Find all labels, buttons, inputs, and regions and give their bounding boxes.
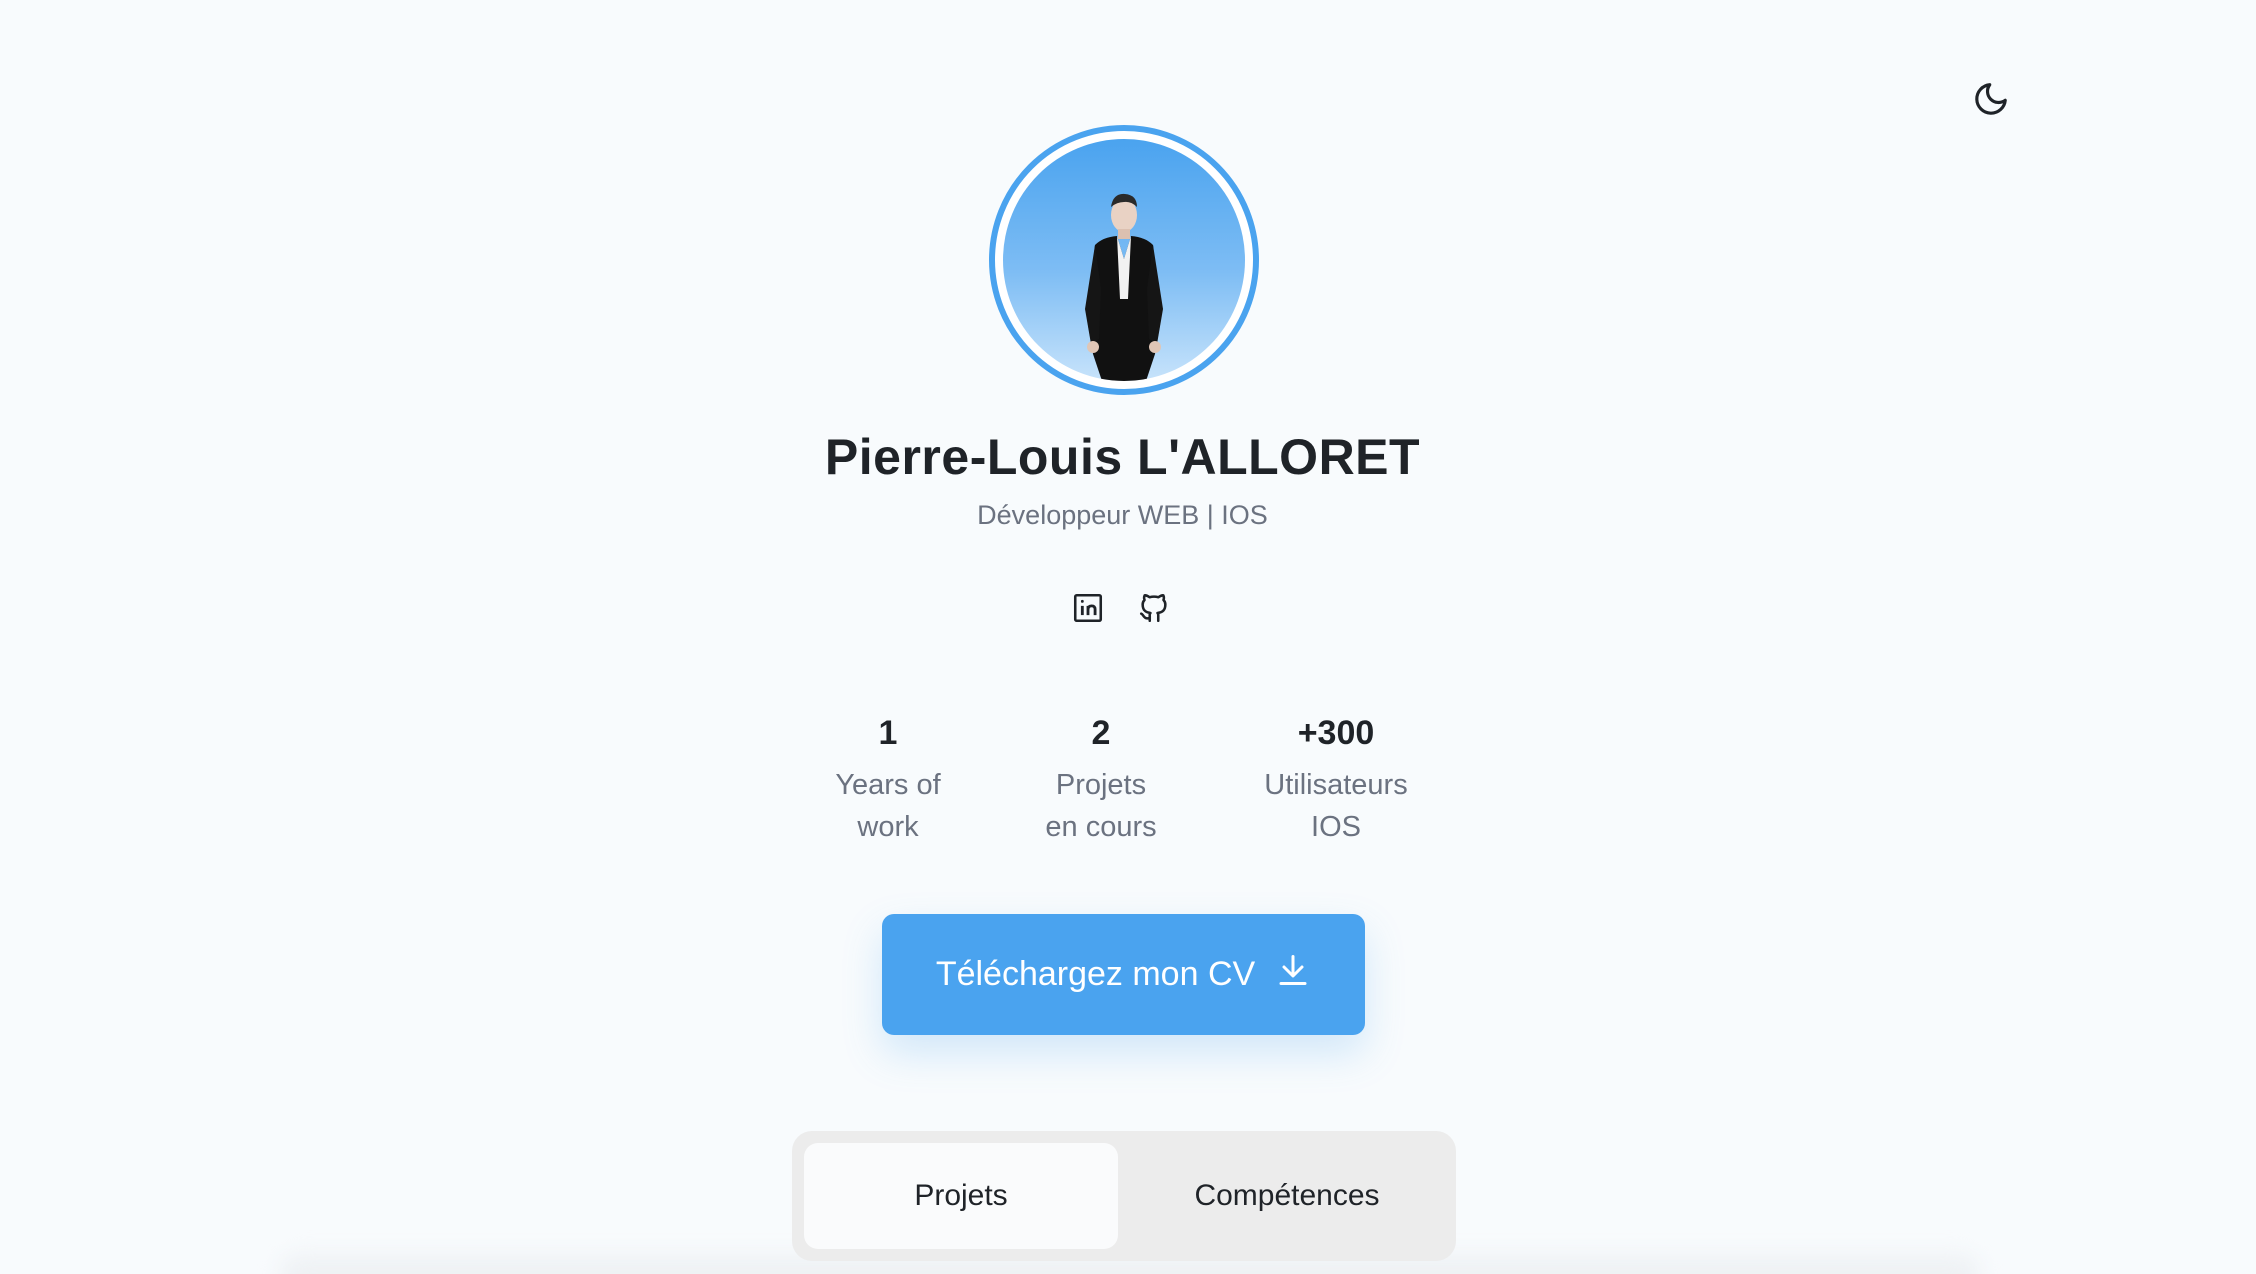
linkedin-icon[interactable]: [1070, 590, 1106, 626]
download-icon: [1275, 952, 1311, 997]
stat-label-line1: Utilisateurs: [1264, 769, 1408, 801]
stat-label-line1: Years of: [835, 769, 941, 801]
avatar-photo: [1003, 139, 1245, 381]
profile-name: Pierre-Louis L'ALLORET: [824, 429, 1421, 485]
stat-label: Utilisateurs IOS: [1226, 764, 1446, 848]
tab-competences[interactable]: Compétences: [1130, 1143, 1444, 1249]
moon-icon[interactable]: [1966, 74, 2016, 124]
stat-value: 1: [878, 714, 898, 752]
profile-subtitle: Développeur WEB | IOS: [977, 500, 1268, 530]
stat-label-line2: en cours: [1045, 811, 1157, 843]
stat-label-line2: work: [857, 811, 919, 843]
avatar: [989, 125, 1259, 395]
stat-projects: 2 Projets en cours: [991, 710, 1211, 848]
stat-label: Years of work: [778, 764, 998, 848]
stat-label-line2: IOS: [1311, 811, 1361, 843]
stat-label: Projets en cours: [991, 764, 1211, 848]
section-tabs: Projets Compétences: [792, 1131, 1456, 1261]
stat-value: +300: [1297, 714, 1375, 752]
portfolio-page: Pierre-Louis L'ALLORET Développeur WEB |…: [0, 0, 2256, 1274]
stat-users: +300 Utilisateurs IOS: [1226, 710, 1446, 848]
stat-label-line1: Projets: [1055, 769, 1147, 801]
cv-button-label: Téléchargez mon CV: [935, 955, 1256, 993]
stat-years: 1 Years of work: [778, 710, 998, 848]
social-links: [1070, 590, 1172, 626]
github-icon[interactable]: [1136, 590, 1172, 626]
tab-projets[interactable]: Projets: [804, 1143, 1118, 1249]
stat-value: 2: [1091, 714, 1111, 752]
download-cv-button[interactable]: Téléchargez mon CV: [882, 914, 1365, 1035]
